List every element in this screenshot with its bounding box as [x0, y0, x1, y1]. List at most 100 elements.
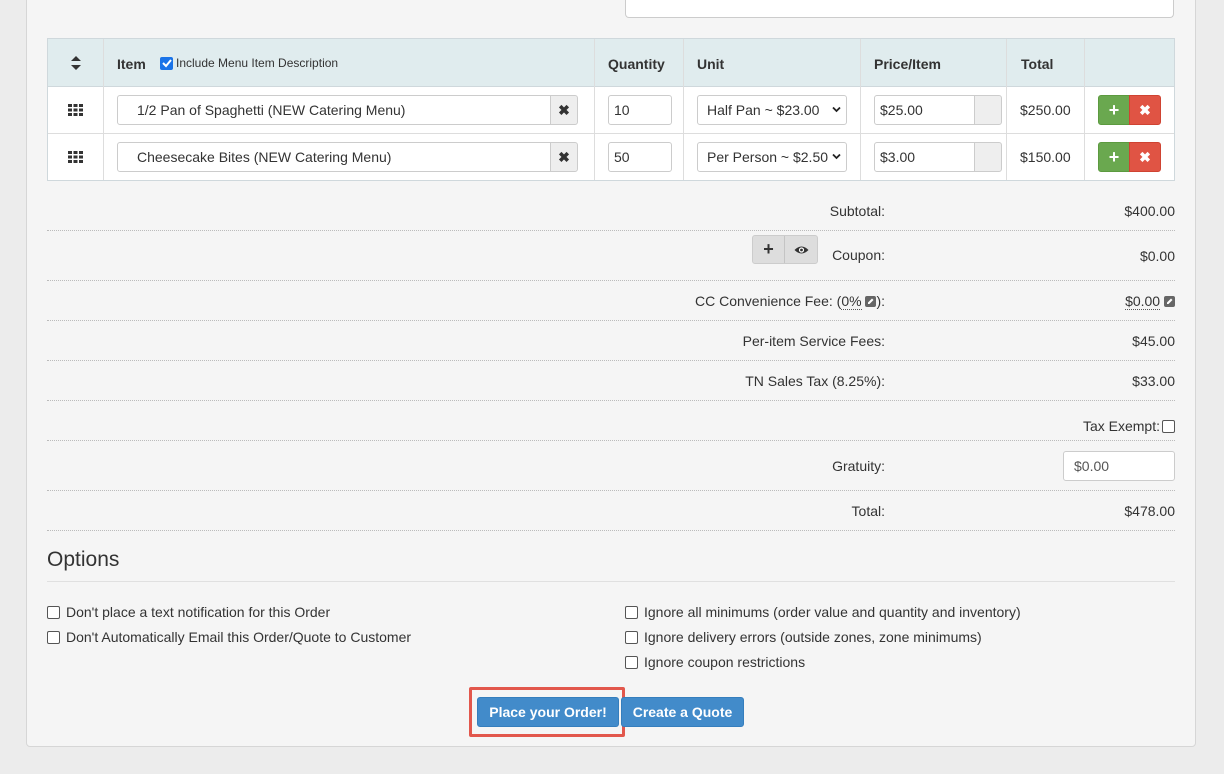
tax-exempt-row: Tax Exempt: — [47, 401, 1175, 441]
coupon-label: Coupon: — [832, 247, 885, 263]
edit-icon[interactable] — [865, 296, 877, 307]
cc-fee-label-text: CC Convenience Fee: ( — [695, 293, 842, 309]
cc-fee-row: CC Convenience Fee: (0% ): $0.00 — [47, 281, 1175, 321]
plus-icon: + — [1108, 99, 1120, 120]
option-checkbox[interactable] — [625, 605, 638, 619]
sales-tax-value: $33.00 — [1132, 373, 1175, 389]
close-icon: ✖ — [1139, 148, 1151, 165]
gratuity-input[interactable]: $0.00 — [1063, 451, 1175, 481]
drag-handle-icon[interactable] — [68, 151, 83, 163]
tax-exempt-checkbox[interactable] — [1162, 420, 1175, 433]
subtotal-label: Subtotal: — [829, 203, 885, 219]
remove-row-button[interactable]: ✖ — [1129, 142, 1161, 172]
sort-icon[interactable] — [70, 56, 82, 70]
tax-exempt-toggle[interactable]: Tax Exempt: — [1083, 418, 1175, 434]
close-icon: ✖ — [558, 148, 570, 165]
close-icon: ✖ — [1139, 101, 1151, 118]
header-item: Item — [117, 56, 146, 72]
column-divider — [594, 39, 595, 180]
service-fees-label: Per-item Service Fees: — [742, 333, 885, 349]
column-divider — [683, 39, 684, 180]
cc-fee-value: $0.00 — [1125, 293, 1175, 310]
option-label: Ignore delivery errors (outside zones, z… — [644, 629, 982, 645]
clear-item-button[interactable]: ✖ — [550, 142, 578, 172]
cc-fee-percent-link[interactable]: 0% — [841, 293, 862, 310]
options-heading: Options — [47, 548, 120, 571]
option-checkbox[interactable] — [47, 630, 60, 644]
total-row: Total: $478.00 — [47, 491, 1175, 531]
option-ignore-coupon-restrictions[interactable]: Ignore coupon restrictions — [625, 654, 805, 670]
quantity-input[interactable]: 50 — [608, 142, 672, 172]
column-divider — [103, 39, 104, 180]
options-divider — [47, 581, 1175, 582]
option-label: Don't place a text notification for this… — [66, 604, 331, 620]
coupon-value: $0.00 — [1139, 248, 1175, 264]
include-description-label: Include Menu Item Description — [176, 56, 339, 70]
create-quote-button[interactable]: Create a Quote — [621, 697, 744, 727]
option-label: Ignore coupon restrictions — [644, 654, 806, 670]
chevron-down-icon — [832, 153, 841, 160]
cc-fee-label-suffix: ): — [876, 293, 885, 309]
place-order-button[interactable]: Place your Order! — [477, 697, 619, 727]
plus-icon: + — [763, 239, 774, 259]
eye-icon — [794, 246, 808, 253]
header-unit: Unit — [697, 56, 725, 72]
unit-select[interactable]: Half Pan ~ $23.00 — [697, 95, 847, 125]
remove-row-button[interactable]: ✖ — [1129, 95, 1161, 125]
total-value: $478.00 — [1124, 503, 1175, 519]
tax-exempt-label: Tax Exempt: — [1082, 418, 1160, 434]
add-row-button[interactable]: + — [1098, 95, 1130, 125]
item-name-input[interactable]: Cheesecake Bites (NEW Catering Menu) — [117, 142, 551, 172]
unit-select-value: Half Pan ~ $23.00 — [707, 102, 820, 118]
gratuity-label: Gratuity: — [832, 458, 885, 474]
service-fees-row: Per-item Service Fees: $45.00 — [47, 321, 1175, 361]
plus-icon: + — [1108, 146, 1120, 167]
price-input[interactable]: $3.00 — [874, 142, 976, 172]
column-divider — [860, 39, 861, 180]
items-table: Item Include Menu Item Description Quant… — [47, 38, 1175, 181]
cc-fee-label: CC Convenience Fee: (0% ): — [695, 293, 885, 310]
option-no-auto-email[interactable]: Don't Automatically Email this Order/Quo… — [47, 629, 411, 645]
coupon-button-group: + — [752, 235, 818, 264]
header-quantity: Quantity — [608, 56, 665, 72]
option-checkbox[interactable] — [47, 605, 60, 619]
option-label: Ignore all minimums (order value and qua… — [644, 604, 1021, 620]
quantity-input[interactable]: 10 — [608, 95, 672, 125]
row-total: $250.00 — [1020, 102, 1071, 118]
column-divider — [1006, 39, 1007, 180]
row-total: $150.00 — [1020, 149, 1071, 165]
subtotal-row: Subtotal: $400.00 — [47, 190, 1175, 231]
include-description-toggle[interactable]: Include Menu Item Description — [160, 56, 338, 70]
coupon-row: + Coupon: $0.00 — [47, 231, 1175, 281]
clear-item-button[interactable]: ✖ — [550, 95, 578, 125]
option-ignore-minimums[interactable]: Ignore all minimums (order value and qua… — [625, 604, 1021, 620]
cc-fee-amount-link[interactable]: $0.00 — [1125, 293, 1161, 310]
option-no-text-notification[interactable]: Don't place a text notification for this… — [47, 604, 330, 620]
edit-icon[interactable] — [1164, 296, 1175, 307]
option-label: Don't Automatically Email this Order/Quo… — [66, 629, 412, 645]
view-coupon-button[interactable] — [785, 236, 817, 263]
option-checkbox[interactable] — [625, 655, 638, 669]
option-checkbox[interactable] — [625, 630, 638, 644]
service-fees-value: $45.00 — [1132, 333, 1175, 349]
price-addon-button[interactable] — [974, 95, 1002, 125]
item-name-input[interactable]: 1/2 Pan of Spaghetti (NEW Catering Menu) — [117, 95, 551, 125]
option-ignore-delivery-errors[interactable]: Ignore delivery errors (outside zones, z… — [625, 629, 982, 645]
price-addon-button[interactable] — [974, 142, 1002, 172]
subtotal-value: $400.00 — [1124, 203, 1175, 219]
unit-select[interactable]: Per Person ~ $2.50 — [697, 142, 847, 172]
total-label: Total: — [851, 503, 885, 519]
header-total: Total — [1021, 56, 1054, 72]
notes-textarea[interactable] — [625, 0, 1174, 18]
price-input[interactable]: $25.00 — [874, 95, 976, 125]
include-description-checkbox[interactable] — [160, 56, 173, 70]
column-divider — [1084, 39, 1085, 180]
unit-select-value: Per Person ~ $2.50 — [707, 149, 829, 165]
sales-tax-row: TN Sales Tax (8.25%): $33.00 — [47, 361, 1175, 401]
add-row-button[interactable]: + — [1098, 142, 1130, 172]
header-price: Price/Item — [874, 56, 941, 72]
add-coupon-button[interactable]: + — [753, 236, 785, 263]
close-icon: ✖ — [558, 101, 570, 118]
drag-handle-icon[interactable] — [68, 104, 83, 116]
gratuity-row: Gratuity: $0.00 — [47, 441, 1175, 491]
